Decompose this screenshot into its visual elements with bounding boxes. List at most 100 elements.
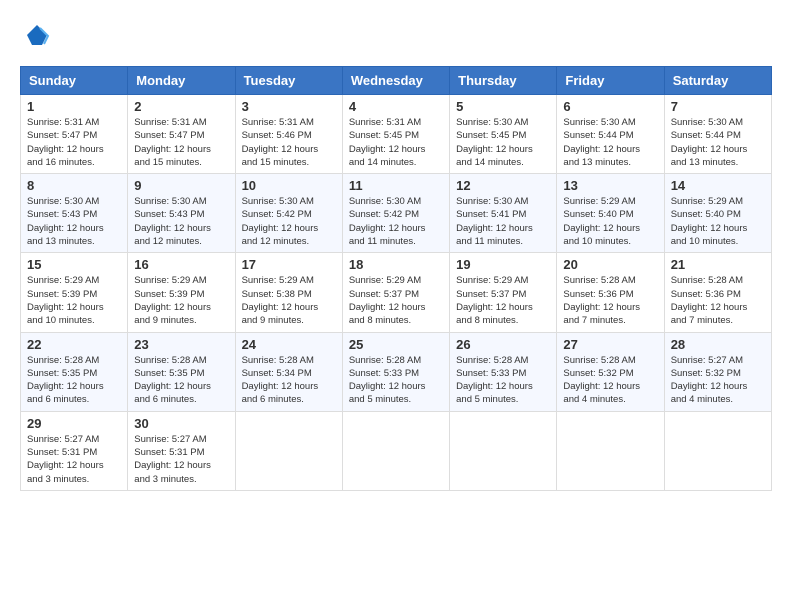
day-number: 20 [563,257,657,272]
day-info: Sunrise: 5:30 AMSunset: 5:43 PMDaylight:… [27,195,121,248]
day-number: 9 [134,178,228,193]
day-info: Sunrise: 5:27 AMSunset: 5:31 PMDaylight:… [27,433,121,486]
day-info: Sunrise: 5:31 AMSunset: 5:46 PMDaylight:… [242,116,336,169]
day-info: Sunrise: 5:29 AMSunset: 5:38 PMDaylight:… [242,274,336,327]
calendar-day-cell: 6 Sunrise: 5:30 AMSunset: 5:44 PMDaylight… [557,95,664,174]
day-info: Sunrise: 5:30 AMSunset: 5:45 PMDaylight:… [456,116,550,169]
calendar-day-cell: 9 Sunrise: 5:30 AMSunset: 5:43 PMDaylight… [128,174,235,253]
calendar-day-cell: 25Sunrise: 5:28 AMSunset: 5:33 PMDayligh… [342,332,449,411]
day-info: Sunrise: 5:28 AMSunset: 5:33 PMDaylight:… [456,354,550,407]
calendar-day-cell: 3 Sunrise: 5:31 AMSunset: 5:46 PMDaylight… [235,95,342,174]
calendar-week-row: 8 Sunrise: 5:30 AMSunset: 5:43 PMDaylight… [21,174,772,253]
day-info: Sunrise: 5:28 AMSunset: 5:34 PMDaylight:… [242,354,336,407]
day-number: 24 [242,337,336,352]
calendar-day-cell: 22Sunrise: 5:28 AMSunset: 5:35 PMDayligh… [21,332,128,411]
day-info: Sunrise: 5:29 AMSunset: 5:39 PMDaylight:… [27,274,121,327]
day-info: Sunrise: 5:27 AMSunset: 5:32 PMDaylight:… [671,354,765,407]
day-number: 17 [242,257,336,272]
day-number: 26 [456,337,550,352]
day-info: Sunrise: 5:30 AMSunset: 5:43 PMDaylight:… [134,195,228,248]
calendar-day-cell: 16 Sunrise: 5:29 AMSunset: 5:39 PMDayligh… [128,253,235,332]
weekday-header-monday: Monday [128,67,235,95]
day-info: Sunrise: 5:27 AMSunset: 5:31 PMDaylight:… [134,433,228,486]
calendar-day-cell: 27Sunrise: 5:28 AMSunset: 5:32 PMDayligh… [557,332,664,411]
day-number: 30 [134,416,228,431]
day-number: 2 [134,99,228,114]
calendar-week-row: 1 Sunrise: 5:31 AMSunset: 5:47 PMDaylight… [21,95,772,174]
calendar-day-cell: 17 Sunrise: 5:29 AMSunset: 5:38 PMDayligh… [235,253,342,332]
day-number: 13 [563,178,657,193]
day-number: 14 [671,178,765,193]
calendar-empty-cell [557,411,664,490]
day-info: Sunrise: 5:29 AMSunset: 5:37 PMDaylight:… [349,274,443,327]
calendar-day-cell: 7 Sunrise: 5:30 AMSunset: 5:44 PMDaylight… [664,95,771,174]
day-info: Sunrise: 5:29 AMSunset: 5:39 PMDaylight:… [134,274,228,327]
calendar-day-cell: 30 Sunrise: 5:27 AMSunset: 5:31 PMDayligh… [128,411,235,490]
calendar-day-cell: 18 Sunrise: 5:29 AMSunset: 5:37 PMDayligh… [342,253,449,332]
calendar-empty-cell [235,411,342,490]
day-info: Sunrise: 5:30 AMSunset: 5:44 PMDaylight:… [671,116,765,169]
day-info: Sunrise: 5:31 AMSunset: 5:47 PMDaylight:… [27,116,121,169]
day-number: 1 [27,99,121,114]
calendar-empty-cell [450,411,557,490]
day-number: 12 [456,178,550,193]
day-number: 4 [349,99,443,114]
day-number: 18 [349,257,443,272]
calendar-day-cell: 15Sunrise: 5:29 AMSunset: 5:39 PMDayligh… [21,253,128,332]
calendar-day-cell: 2 Sunrise: 5:31 AMSunset: 5:47 PMDaylight… [128,95,235,174]
calendar-day-cell: 10Sunrise: 5:30 AMSunset: 5:42 PMDayligh… [235,174,342,253]
calendar-day-cell: 20 Sunrise: 5:28 AMSunset: 5:36 PMDayligh… [557,253,664,332]
day-info: Sunrise: 5:30 AMSunset: 5:42 PMDaylight:… [349,195,443,248]
day-info: Sunrise: 5:31 AMSunset: 5:47 PMDaylight:… [134,116,228,169]
weekday-header-thursday: Thursday [450,67,557,95]
day-number: 23 [134,337,228,352]
day-number: 10 [242,178,336,193]
calendar-week-row: 29 Sunrise: 5:27 AMSunset: 5:31 PMDayligh… [21,411,772,490]
day-info: Sunrise: 5:28 AMSunset: 5:36 PMDaylight:… [671,274,765,327]
day-number: 22 [27,337,121,352]
day-info: Sunrise: 5:29 AMSunset: 5:40 PMDaylight:… [563,195,657,248]
calendar-empty-cell [664,411,771,490]
day-number: 6 [563,99,657,114]
calendar-day-cell: 11Sunrise: 5:30 AMSunset: 5:42 PMDayligh… [342,174,449,253]
calendar-day-cell: 13 Sunrise: 5:29 AMSunset: 5:40 PMDayligh… [557,174,664,253]
day-number: 25 [349,337,443,352]
calendar-day-cell: 23 Sunrise: 5:28 AMSunset: 5:35 PMDayligh… [128,332,235,411]
logo [20,20,52,50]
calendar-week-row: 22 Sunrise: 5:28 AMSunset: 5:35 PMDayligh… [21,332,772,411]
day-number: 19 [456,257,550,272]
logo-icon [22,20,52,50]
calendar-day-cell: 12Sunrise: 5:30 AMSunset: 5:41 PMDayligh… [450,174,557,253]
calendar-day-cell: 4 Sunrise: 5:31 AMSunset: 5:45 PMDaylight… [342,95,449,174]
day-number: 7 [671,99,765,114]
calendar-day-cell: 26 Sunrise: 5:28 AMSunset: 5:33 PMDayligh… [450,332,557,411]
calendar-day-cell: 19 Sunrise: 5:29 AMSunset: 5:37 PMDayligh… [450,253,557,332]
calendar-day-cell: 1 Sunrise: 5:31 AMSunset: 5:47 PMDaylight… [21,95,128,174]
calendar-table: SundayMondayTuesdayWednesdayThursdayFrid… [20,66,772,491]
day-info: Sunrise: 5:28 AMSunset: 5:35 PMDaylight:… [134,354,228,407]
weekday-header-saturday: Saturday [664,67,771,95]
calendar-day-cell: 8 Sunrise: 5:30 AMSunset: 5:43 PMDaylight… [21,174,128,253]
page-header [20,20,772,50]
weekday-header-friday: Friday [557,67,664,95]
day-info: Sunrise: 5:29 AMSunset: 5:37 PMDaylight:… [456,274,550,327]
calendar-day-cell: 5 Sunrise: 5:30 AMSunset: 5:45 PMDaylight… [450,95,557,174]
day-info: Sunrise: 5:29 AMSunset: 5:40 PMDaylight:… [671,195,765,248]
day-info: Sunrise: 5:28 AMSunset: 5:36 PMDaylight:… [563,274,657,327]
calendar-day-cell: 29 Sunrise: 5:27 AMSunset: 5:31 PMDayligh… [21,411,128,490]
day-number: 8 [27,178,121,193]
day-number: 3 [242,99,336,114]
calendar-day-cell: 21 Sunrise: 5:28 AMSunset: 5:36 PMDayligh… [664,253,771,332]
day-number: 29 [27,416,121,431]
weekday-header-tuesday: Tuesday [235,67,342,95]
calendar-day-cell: 14 Sunrise: 5:29 AMSunset: 5:40 PMDayligh… [664,174,771,253]
day-info: Sunrise: 5:31 AMSunset: 5:45 PMDaylight:… [349,116,443,169]
day-number: 5 [456,99,550,114]
calendar-day-cell: 24 Sunrise: 5:28 AMSunset: 5:34 PMDayligh… [235,332,342,411]
day-number: 21 [671,257,765,272]
calendar-day-cell: 28Sunrise: 5:27 AMSunset: 5:32 PMDayligh… [664,332,771,411]
day-info: Sunrise: 5:30 AMSunset: 5:44 PMDaylight:… [563,116,657,169]
header-row: SundayMondayTuesdayWednesdayThursdayFrid… [21,67,772,95]
day-number: 27 [563,337,657,352]
day-number: 16 [134,257,228,272]
